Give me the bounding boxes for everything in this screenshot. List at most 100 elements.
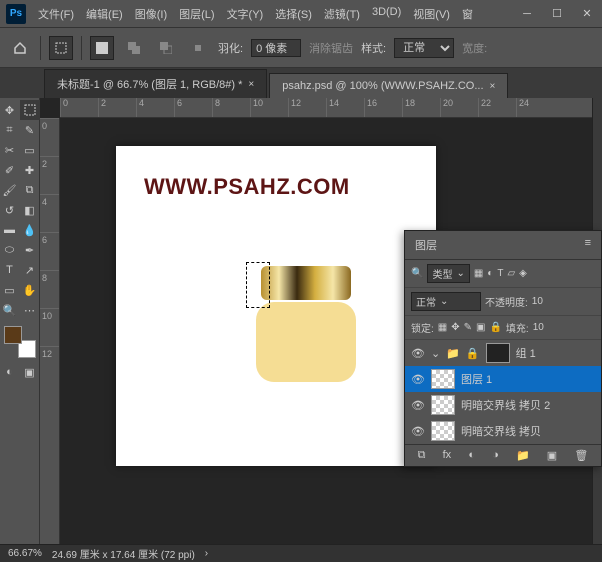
menu-view[interactable]: 视图(V) xyxy=(407,2,456,26)
move-tool[interactable]: ✥ xyxy=(0,100,20,120)
fg-swatch[interactable] xyxy=(4,326,22,344)
eyedropper-tool[interactable]: ✐ xyxy=(0,160,20,180)
link-icon[interactable]: ⧉ xyxy=(418,449,426,462)
marquee-tool[interactable] xyxy=(20,100,40,120)
zoom-tool[interactable]: 🔍 xyxy=(0,300,20,320)
adjustment-icon[interactable]: ◑ xyxy=(492,449,499,462)
quick-select-tool[interactable]: ✎ xyxy=(20,120,40,140)
mask-icon[interactable]: ◐ xyxy=(468,449,475,462)
visibility-icon[interactable]: 👁 xyxy=(411,347,425,360)
layer-item[interactable]: 👁 图层 1 xyxy=(405,366,601,392)
dodge-tool[interactable]: ⬭ xyxy=(0,240,20,260)
doc-info[interactable]: 24.69 厘米 x 17.64 厘米 (72 ppi) xyxy=(52,546,195,561)
fx-icon[interactable]: fx xyxy=(443,449,452,462)
feather-input[interactable] xyxy=(251,39,301,57)
title-bar: Ps 文件(F) 编辑(E) 图像(I) 图层(L) 文字(Y) 选择(S) 滤… xyxy=(0,0,602,28)
menu-filter[interactable]: 滤镜(T) xyxy=(318,2,366,26)
opacity-value[interactable]: 10 xyxy=(532,296,543,307)
maximize-button[interactable]: ☐ xyxy=(542,0,572,28)
close-button[interactable]: ✕ xyxy=(572,0,602,28)
zoom-level[interactable]: 66.67% xyxy=(8,548,42,559)
shape-tool[interactable]: ▭ xyxy=(0,280,20,300)
layer-group[interactable]: 👁 ⌄ 📁 🔒 组 1 xyxy=(405,340,601,366)
filter-type-icon[interactable]: T xyxy=(497,268,503,279)
menu-window[interactable]: 窗 xyxy=(456,2,479,26)
layer-name[interactable]: 明暗交界线 拷贝 2 xyxy=(461,397,550,413)
filter-kind-select[interactable]: 类型⌄ xyxy=(427,264,469,283)
history-brush-tool[interactable]: ↺ xyxy=(0,200,20,220)
gradient-tool[interactable]: ▬ xyxy=(0,220,20,240)
visibility-icon[interactable]: 👁 xyxy=(411,373,425,386)
menu-layer[interactable]: 图层(L) xyxy=(173,2,220,26)
brush-tool[interactable]: 🖌 xyxy=(0,180,20,200)
menu-image[interactable]: 图像(I) xyxy=(129,2,173,26)
new-layer-icon[interactable]: ▣ xyxy=(547,449,557,462)
crop-tool[interactable]: ✂ xyxy=(0,140,20,160)
screen-mode-tool[interactable]: ▣ xyxy=(20,362,40,382)
filter-smart-icon[interactable]: ◈ xyxy=(519,268,527,279)
layer-item[interactable]: 👁 明暗交界线 拷贝 xyxy=(405,418,601,444)
blur-tool[interactable]: 💧 xyxy=(20,220,40,240)
close-icon[interactable]: × xyxy=(490,81,496,92)
lock-all-icon[interactable]: 🔒 xyxy=(489,322,501,333)
type-tool[interactable]: T xyxy=(0,260,20,280)
visibility-icon[interactable]: 👁 xyxy=(411,399,425,412)
visibility-icon[interactable]: 👁 xyxy=(411,425,425,438)
filter-shape-icon[interactable]: ▱ xyxy=(507,268,515,279)
quickmask-tool[interactable]: ◐ xyxy=(0,362,20,382)
panel-menu-icon[interactable]: ≡ xyxy=(585,237,591,253)
stamp-tool[interactable]: ⧉ xyxy=(20,180,40,200)
hand-tool[interactable]: ✋ xyxy=(20,280,40,300)
filter-pixel-icon[interactable]: ▦ xyxy=(474,268,483,279)
lock-brush-icon[interactable]: ✎ xyxy=(464,322,472,333)
filter-adjust-icon[interactable]: ◐ xyxy=(487,268,493,279)
marquee-tool-icon[interactable] xyxy=(49,36,73,60)
tab-untitled[interactable]: 未标题-1 @ 66.7% (图层 1, RGB/8#) *× xyxy=(44,69,267,98)
menu-type[interactable]: 文字(Y) xyxy=(221,2,270,26)
menu-select[interactable]: 选择(S) xyxy=(269,2,318,26)
frame-tool[interactable]: ▭ xyxy=(20,140,40,160)
layer-thumb[interactable] xyxy=(431,395,455,415)
trash-icon[interactable]: 🗑 xyxy=(574,449,588,462)
new-selection-icon[interactable] xyxy=(90,36,114,60)
tools-panel: ✥ ⌗✎ ✂▭ ✐✚ 🖌⧉ ↺◧ ▬💧 ⬭✒ T↗ ▭✋ 🔍⋯ ◐▣ xyxy=(0,98,40,544)
lock-position-icon[interactable]: ✥ xyxy=(451,322,459,333)
home-icon[interactable] xyxy=(8,36,32,60)
lasso-tool[interactable]: ⌗ xyxy=(0,120,20,140)
layer-name[interactable]: 图层 1 xyxy=(461,371,492,387)
mask-thumb[interactable] xyxy=(486,343,510,363)
minimize-button[interactable]: ─ xyxy=(512,0,542,28)
fill-value[interactable]: 10 xyxy=(533,322,544,333)
style-select[interactable]: 正常 xyxy=(394,38,454,58)
menu-edit[interactable]: 编辑(E) xyxy=(80,2,129,26)
layer-name[interactable]: 明暗交界线 拷贝 xyxy=(461,423,541,439)
chevron-down-icon[interactable]: ⌄ xyxy=(431,347,440,360)
marquee-selection[interactable] xyxy=(246,262,270,308)
chevron-right-icon[interactable]: › xyxy=(205,548,208,559)
menu-file[interactable]: 文件(F) xyxy=(32,2,80,26)
eraser-tool[interactable]: ◧ xyxy=(20,200,40,220)
tab-psahz[interactable]: psahz.psd @ 100% (WWW.PSAHZ.CO...× xyxy=(269,73,508,98)
intersect-selection-icon[interactable] xyxy=(186,36,210,60)
layers-panel[interactable]: 图层 ≡ 🔍 类型⌄ ▦ ◐ T ▱ ◈ 正常⌄ 不透明度: 10 锁定: ▦ … xyxy=(404,230,602,467)
pen-tool[interactable]: ✒ xyxy=(20,240,40,260)
edit-toolbar[interactable]: ⋯ xyxy=(20,300,40,320)
color-swatches[interactable] xyxy=(4,326,36,358)
menu-3d[interactable]: 3D(D) xyxy=(366,2,407,26)
panel-tab-layers[interactable]: 图层 ≡ xyxy=(405,231,601,260)
close-icon[interactable]: × xyxy=(248,79,254,90)
lock-pixels-icon[interactable]: ▦ xyxy=(438,322,447,333)
heal-tool[interactable]: ✚ xyxy=(20,160,40,180)
layer-thumb[interactable] xyxy=(431,369,455,389)
layer-name[interactable]: 组 1 xyxy=(516,345,536,361)
layer-thumb[interactable] xyxy=(431,421,455,441)
subtract-selection-icon[interactable] xyxy=(154,36,178,60)
path-tool[interactable]: ↗ xyxy=(20,260,40,280)
add-selection-icon[interactable] xyxy=(122,36,146,60)
blend-mode-select[interactable]: 正常⌄ xyxy=(411,292,481,311)
document-canvas[interactable]: WWW.PSAHZ.COM xyxy=(116,146,436,466)
search-icon[interactable]: 🔍 xyxy=(411,268,423,279)
lock-artboard-icon[interactable]: ▣ xyxy=(476,322,485,333)
layer-item[interactable]: 👁 明暗交界线 拷贝 2 xyxy=(405,392,601,418)
group-icon[interactable]: 📁 xyxy=(516,449,530,462)
